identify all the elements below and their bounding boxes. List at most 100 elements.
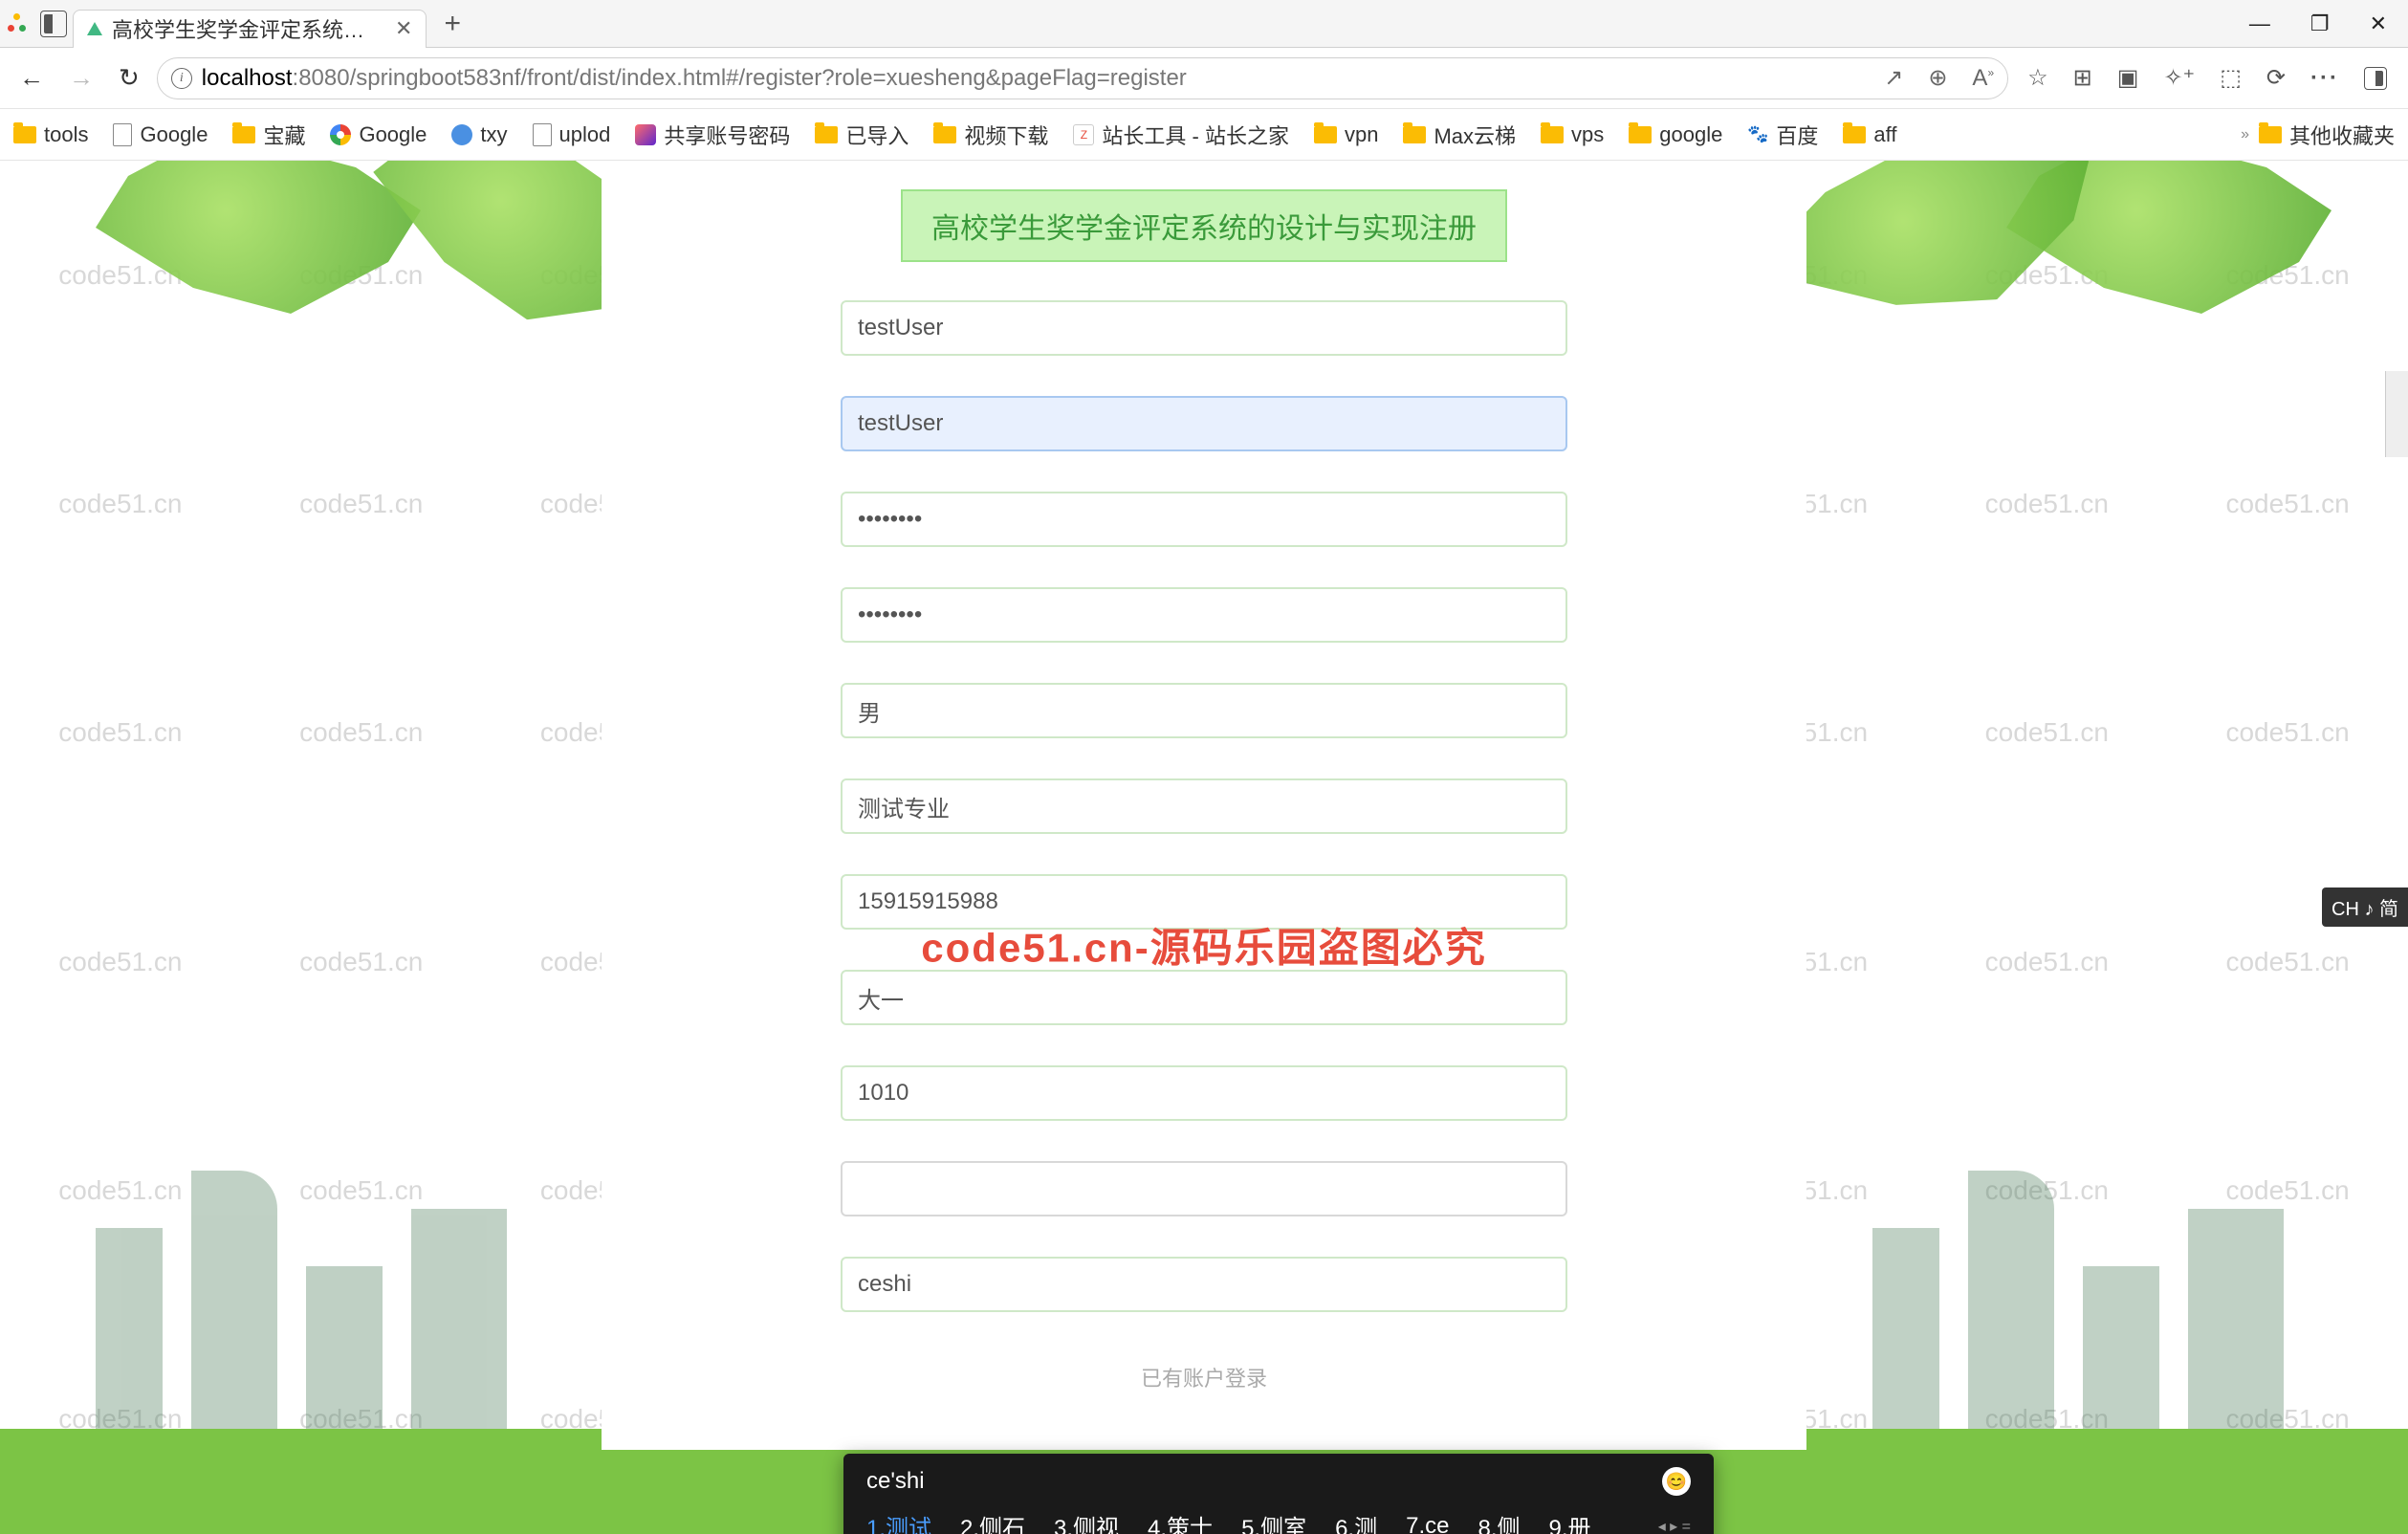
site-info-icon[interactable]: i xyxy=(171,68,192,89)
bookmark-label: 站长工具 - 站长之家 xyxy=(1102,120,1289,150)
major-field[interactable] xyxy=(841,778,1567,834)
bookmark-item[interactable]: vpn xyxy=(1314,120,1378,150)
password-field[interactable] xyxy=(841,492,1567,547)
ime-input-text: ce'shi xyxy=(866,1468,925,1495)
extensions-icon[interactable]: ⊞ xyxy=(2073,64,2092,92)
nav-forward-button[interactable]: → xyxy=(61,59,101,97)
folder-icon xyxy=(815,126,838,143)
vue-favicon-icon xyxy=(87,22,102,35)
page-title: 高校学生奖学金评定系统的设计与实现注册 xyxy=(901,189,1507,262)
folder-icon xyxy=(933,126,956,143)
bookmark-item[interactable]: uplod xyxy=(533,120,611,150)
nav-refresh-button[interactable]: ↻ xyxy=(111,59,147,97)
folder-icon xyxy=(232,126,255,143)
more-menu-button[interactable]: ··· xyxy=(2310,65,2339,92)
username-field[interactable] xyxy=(841,300,1567,356)
folder-icon xyxy=(1541,126,1564,143)
bookmark-label: aff xyxy=(1873,122,1896,147)
grade-select[interactable] xyxy=(841,970,1567,1025)
url-text: localhost:8080/springboot583nf/front/dis… xyxy=(202,65,1187,92)
folder-icon xyxy=(1314,126,1337,143)
bookmark-label: 宝藏 xyxy=(263,120,305,150)
bookmark-label: 共享账号密码 xyxy=(664,120,790,150)
ime-candidate[interactable]: 7.ce xyxy=(1406,1513,1449,1534)
bookmark-label: vps xyxy=(1571,122,1604,147)
bookmark-item[interactable]: aff xyxy=(1843,120,1896,150)
active-tab[interactable]: 高校学生奖学金评定系统的设计与 ✕ xyxy=(73,10,427,48)
favorite-star-icon[interactable]: ☆ xyxy=(2027,64,2048,92)
address-bar: ← → ↻ i localhost:8080/springboot583nf/f… xyxy=(0,48,2408,109)
bookmark-item[interactable]: 🐾百度 xyxy=(1747,120,1818,150)
bookmark-item[interactable]: txy xyxy=(451,120,507,150)
bookmark-label: 已导入 xyxy=(845,120,908,150)
bookmark-item[interactable]: 共享账号密码 xyxy=(635,120,790,150)
txy-icon xyxy=(451,124,472,145)
baidu-icon: 🐾 xyxy=(1747,124,1768,145)
downloads-icon[interactable]: ⬚ xyxy=(2220,64,2242,92)
browser-titlebar: 高校学生奖学金评定系统的设计与 ✕ + — ❐ ✕ xyxy=(0,0,2408,48)
window-minimize-button[interactable]: — xyxy=(2249,11,2270,36)
profile-indicator[interactable] xyxy=(8,10,27,38)
url-input[interactable]: i localhost:8080/springboot583nf/front/d… xyxy=(157,57,2008,99)
ime-emoji-icon[interactable]: 😊 xyxy=(1662,1467,1691,1496)
bookmark-label: Max云梯 xyxy=(1434,120,1516,150)
sidebar-toggle-icon[interactable] xyxy=(2364,67,2387,90)
phone-field[interactable] xyxy=(841,874,1567,930)
bookmark-label: Google xyxy=(359,122,427,147)
ime-candidate[interactable]: 4.策士 xyxy=(1148,1509,1213,1534)
extra-field[interactable] xyxy=(841,1257,1567,1312)
tab-close-icon[interactable]: ✕ xyxy=(395,16,412,41)
nav-back-button[interactable]: ← xyxy=(11,59,52,97)
bookmark-item[interactable]: Max云梯 xyxy=(1403,120,1516,150)
bookmarks-overflow-folder[interactable]: 其他收藏夹 xyxy=(2259,120,2395,150)
bookmark-item[interactable]: 视频下载 xyxy=(933,120,1048,150)
ime-nav[interactable]: ◂ ▸ = xyxy=(1658,1517,1691,1534)
ime-candidate[interactable]: 6.测 xyxy=(1335,1509,1377,1534)
page-icon xyxy=(113,123,132,146)
bookmark-item[interactable]: Google xyxy=(330,120,427,150)
ime-candidate[interactable]: 3.侧视 xyxy=(1054,1509,1119,1534)
scrollbar-thumb[interactable] xyxy=(2385,371,2408,457)
folder-icon xyxy=(1629,126,1652,143)
skyline-decoration xyxy=(0,1113,593,1477)
leaf-decoration xyxy=(96,161,421,314)
ime-candidate[interactable]: 2.侧石 xyxy=(960,1509,1025,1534)
window-maximize-button[interactable]: ❐ xyxy=(2310,11,2330,36)
bookmark-item[interactable]: 已导入 xyxy=(815,120,908,150)
zoom-icon[interactable]: ⊕ xyxy=(1928,64,1947,92)
bookmarks-chevron-icon[interactable]: » xyxy=(2241,126,2249,143)
page-icon xyxy=(533,123,552,146)
sync-icon[interactable]: ⟳ xyxy=(2266,64,2286,92)
folder-icon xyxy=(1843,126,1866,143)
new-tab-button[interactable]: + xyxy=(444,8,461,40)
blank-field[interactable] xyxy=(841,1161,1567,1216)
collections-icon[interactable]: ▣ xyxy=(2117,64,2139,92)
bookmarks-overflow-label: 其他收藏夹 xyxy=(2289,120,2395,150)
favorites-add-icon[interactable]: ✧⁺ xyxy=(2163,64,2195,92)
bookmark-item[interactable]: tools xyxy=(13,120,88,150)
bookmark-label: Google xyxy=(140,122,208,147)
confirm-password-field[interactable] xyxy=(841,587,1567,643)
bookmark-item[interactable]: 宝藏 xyxy=(232,120,305,150)
ime-candidate[interactable]: 8.侧 xyxy=(1478,1509,1520,1534)
login-link[interactable]: 已有账户登录 xyxy=(1141,1362,1267,1392)
ime-candidate[interactable]: 1.测试 xyxy=(866,1509,931,1534)
folder-icon xyxy=(1403,126,1426,143)
open-arrow-icon[interactable]: ↗ xyxy=(1884,64,1903,92)
bookmark-item[interactable]: google xyxy=(1629,120,1722,150)
bookmark-item[interactable]: Z站长工具 - 站长之家 xyxy=(1073,120,1289,150)
ime-popup[interactable]: ce'shi 😊 1.测试 2.侧石 3.侧视 4.策士 5.侧室 6.测 7.ce 8.侧 9… xyxy=(843,1454,1714,1534)
ime-candidate[interactable]: 9.册 xyxy=(1548,1509,1590,1534)
bookmark-item[interactable]: Google xyxy=(113,120,208,150)
bookmark-label: uplod xyxy=(559,122,611,147)
ime-language-badge[interactable]: CH ♪ 简 xyxy=(2322,888,2408,927)
gender-select[interactable] xyxy=(841,683,1567,738)
reader-aa-icon[interactable]: A» xyxy=(1972,65,1994,92)
window-close-button[interactable]: ✕ xyxy=(2370,11,2387,36)
bookmark-item[interactable]: vps xyxy=(1541,120,1604,150)
ime-candidate[interactable]: 5.侧室 xyxy=(1241,1509,1306,1534)
realname-field[interactable] xyxy=(841,396,1567,451)
folder-icon xyxy=(2259,126,2282,143)
code-field[interactable] xyxy=(841,1065,1567,1121)
panel-toggle-icon[interactable] xyxy=(40,11,67,37)
